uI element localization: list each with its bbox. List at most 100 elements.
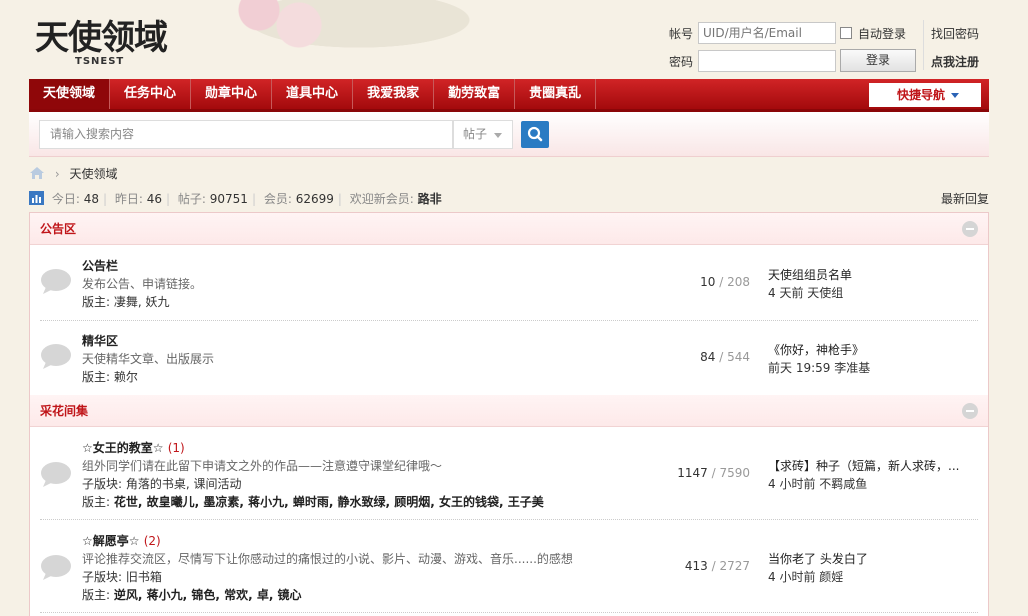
forum-subforums: 子版块: 旧书箱 — [82, 570, 162, 584]
nav-item-rich[interactable]: 勤劳致富 — [434, 79, 516, 109]
posts-label: 帖子: — [177, 192, 206, 206]
breadcrumb-separator: › — [54, 167, 60, 181]
chevron-down-icon — [951, 93, 960, 98]
yesterday-label: 昨日: — [114, 192, 143, 206]
newest-member-link[interactable]: 路非 — [418, 192, 442, 206]
nav-item-props[interactable]: 道具中心 — [272, 79, 354, 109]
password-label: 密码 — [669, 55, 694, 69]
category-title[interactable]: 公告区 — [40, 222, 76, 236]
search-type-select[interactable]: 帖子 — [453, 120, 513, 149]
login-form: 帐号 自动登录 找回密码 密码 登录 点我注册 — [669, 20, 989, 80]
topic-count: 84 — [700, 350, 716, 364]
post-count: 2727 — [719, 559, 750, 573]
nav-item-home-love[interactable]: 我爱我家 — [353, 79, 435, 109]
login-button[interactable]: 登录 — [840, 49, 916, 72]
forum-moderators: 版主: 花世, 故皇曦儿, 墨凉素, 蒋小九, 蝉时雨, 静水致绿, 顾明烟, … — [82, 495, 544, 509]
search-button[interactable] — [521, 121, 549, 148]
yesterday-count: 46 — [146, 192, 163, 206]
last-post-info[interactable]: 4 天前 天使组 — [768, 284, 843, 301]
new-post-count: (2) — [143, 534, 161, 548]
today-label: 今日: — [51, 192, 80, 206]
last-post-title[interactable]: 当你老了 头发白了 — [768, 550, 968, 567]
forum-moderators: 版主: 赖尔 — [82, 370, 138, 384]
account-input[interactable] — [698, 22, 836, 44]
breadcrumb: › 天使领域 — [29, 165, 117, 181]
forum-counts: 413 / 2727 — [684, 559, 750, 573]
subforum-links[interactable]: 角落的书桌, 课间活动 — [126, 477, 242, 491]
nav-item-tasks[interactable]: 任务中心 — [110, 79, 192, 109]
last-post-title[interactable]: 《你好，神枪手》 — [768, 341, 968, 358]
last-post-info[interactable]: 4 小时前 不羁咸鱼 — [768, 475, 867, 492]
auto-login-checkbox[interactable] — [840, 27, 852, 39]
post-count: 544 — [727, 350, 750, 364]
site-logo[interactable]: 天使领域 TSNEST — [35, 10, 168, 67]
last-post-title[interactable]: 天使组组员名单 — [768, 266, 968, 283]
nav-item-home[interactable]: 天使领域 — [29, 79, 111, 109]
subforum-links[interactable]: 旧书箱 — [126, 570, 162, 584]
forum-row: ☆女王的教室☆ (1) 组外同学们请在此留下申请文之外的作品——注意遵守课堂纪律… — [40, 428, 978, 520]
breadcrumb-current[interactable]: 天使领域 — [69, 167, 117, 181]
nav-item-circle[interactable]: 贵圈真乱 — [515, 79, 597, 109]
forum-description: 评论推荐交流区，尽情写下让你感动过的痛恨过的小说、影片、动漫、游戏、音乐....… — [82, 552, 573, 566]
posts-count: 90751 — [209, 192, 248, 206]
stats-chart-icon — [29, 191, 44, 205]
forum-counts: 1147 / 7590 — [677, 466, 750, 480]
moderator-links[interactable]: 花世, 故皇曦儿, 墨凉素, 蒋小九, 蝉时雨, 静水致绿, 顾明烟, 女王的钱… — [114, 495, 544, 509]
moderator-links[interactable]: 逆风, 蒋小九, 锦色, 常欢, 卓, 镜心 — [114, 588, 302, 602]
moderator-links[interactable]: 赖尔 — [114, 370, 138, 384]
forum-bubble-icon — [41, 555, 71, 580]
category-header[interactable]: 公告区 — [30, 213, 988, 245]
forum-description: 发布公告、申请链接。 — [82, 277, 203, 291]
logo-subtext: TSNEST — [75, 56, 125, 67]
find-password-link[interactable]: 找回密码 — [931, 25, 979, 42]
forum-row: 公告栏 发布公告、申请链接。 版主: 凄舞, 妖九 10 / 208 天使组组员… — [40, 246, 978, 321]
search-type-value: 帖子 — [463, 127, 488, 141]
forum-row: 精华区 天使精华文章、出版展示 版主: 赖尔 84 / 544 《你好，神枪手》… — [40, 321, 978, 395]
new-post-count: (1) — [167, 441, 185, 455]
last-post-title[interactable]: 【求砖】种子（短篇，新人求砖，... — [768, 457, 968, 474]
chevron-down-icon — [494, 133, 502, 138]
last-post-info[interactable]: 前天 19:59 李准基 — [768, 359, 870, 376]
nav-item-medals[interactable]: 勋章中心 — [191, 79, 273, 109]
category-title[interactable]: 采花间集 — [40, 404, 88, 418]
forum-list: 公告区 公告栏 发布公告、申请链接。 版主: 凄舞, 妖九 10 / 208 天… — [29, 212, 989, 616]
latest-reply-link[interactable]: 最新回复 — [941, 190, 989, 207]
account-label: 帐号 — [669, 27, 694, 41]
topic-count: 1147 — [677, 466, 708, 480]
quick-nav-label: 快捷导航 — [897, 88, 946, 102]
forum-moderators: 版主: 凄舞, 妖九 — [82, 295, 170, 309]
forum-title[interactable]: ☆解愿亭☆ (2) — [82, 532, 161, 549]
last-post-info[interactable]: 4 小时前 颜婬 — [768, 568, 843, 585]
forum-description: 天使精华文章、出版展示 — [82, 352, 215, 366]
welcome-label: 欢迎新会员: — [349, 192, 414, 206]
search-input[interactable]: 请输入搜索内容 — [39, 120, 453, 149]
collapse-icon[interactable] — [962, 403, 978, 419]
forum-title[interactable]: 精华区 — [82, 332, 118, 349]
post-count: 208 — [727, 275, 750, 289]
main-nav: 天使领域 任务中心 勋章中心 道具中心 我爱我家 勤劳致富 贵圈真乱 快捷导航 — [29, 79, 989, 112]
collapse-icon[interactable] — [962, 221, 978, 237]
forum-description: 组外同学们请在此留下申请文之外的作品——注意遵守课堂纪律哦～ — [82, 459, 443, 473]
category-header[interactable]: 采花间集 — [30, 395, 988, 427]
search-icon — [527, 126, 543, 142]
forum-counts: 10 / 208 — [700, 275, 750, 289]
header-flower-decoration — [159, 0, 479, 70]
search-bar: 请输入搜索内容 帖子 — [29, 112, 989, 157]
forum-title[interactable]: ☆女王的教室☆ (1) — [82, 439, 185, 456]
home-icon[interactable] — [29, 166, 45, 180]
password-input[interactable] — [698, 50, 836, 72]
topic-count: 10 — [700, 275, 716, 289]
forum-title[interactable]: 公告栏 — [82, 257, 118, 274]
auto-login-label[interactable]: 自动登录 — [858, 25, 906, 42]
forum-bubble-icon — [41, 344, 71, 369]
forum-moderators: 版主: 逆风, 蒋小九, 锦色, 常欢, 卓, 镜心 — [82, 588, 302, 602]
register-link[interactable]: 点我注册 — [931, 53, 979, 70]
moderator-links[interactable]: 凄舞, 妖九 — [114, 295, 170, 309]
forum-subforums: 子版块: 角落的书桌, 课间活动 — [82, 477, 242, 491]
today-count: 48 — [83, 192, 99, 206]
forum-bubble-icon — [41, 269, 71, 294]
forum-stats: 今日: 48 | 昨日: 46 | 帖子: 90751 | 会员: 62699 | 欢迎… — [29, 190, 989, 206]
post-count: 7590 — [719, 466, 750, 480]
site-header: 天使领域 TSNEST 帐号 自动登录 找回密码 密码 登录 点我注册 — [29, 0, 989, 78]
quick-nav-button[interactable]: 快捷导航 — [869, 83, 981, 107]
